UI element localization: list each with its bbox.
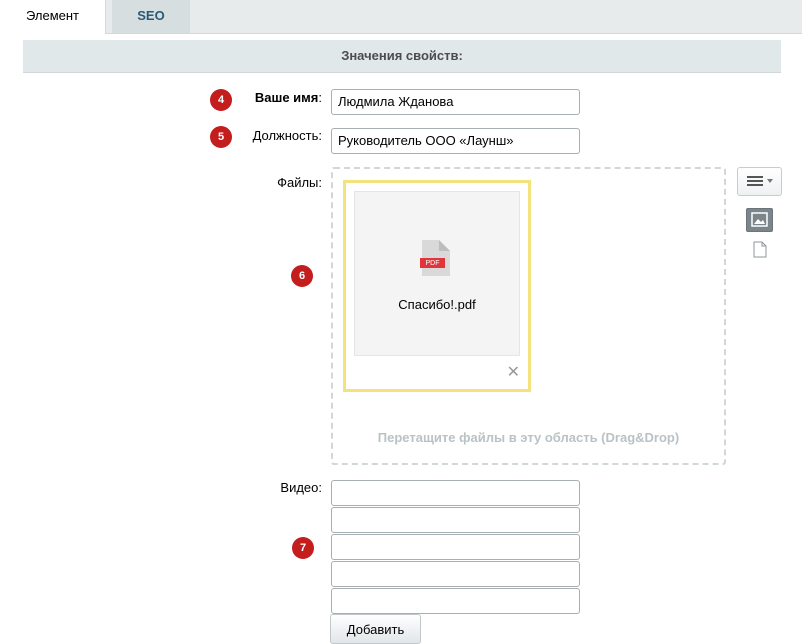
step-badge-7: 7	[292, 537, 314, 559]
file-card[interactable]: PDF Спасибо!.pdf ✕	[343, 180, 531, 392]
files-label: Файлы:	[277, 175, 322, 190]
video-input-5[interactable]	[331, 588, 580, 614]
tab-bar: Элемент SEO	[0, 0, 802, 34]
remove-file-button[interactable]: ✕	[507, 365, 520, 381]
image-view-button[interactable]	[746, 208, 773, 232]
step-badge-6: 6	[291, 265, 313, 287]
tab-seo[interactable]: SEO	[112, 0, 190, 33]
position-input[interactable]: Руководитель ООО «Лаунш»	[331, 128, 580, 154]
video-label: Видео:	[280, 480, 322, 495]
name-label-colon: :	[318, 90, 322, 105]
file-preview: PDF Спасибо!.pdf	[354, 191, 520, 356]
position-label: Должность:	[252, 128, 322, 143]
video-input-4[interactable]	[331, 561, 580, 587]
pdf-file-icon	[420, 240, 450, 276]
video-input-3[interactable]	[331, 534, 580, 560]
add-video-button[interactable]: Добавить	[330, 614, 421, 644]
video-input-2[interactable]	[331, 507, 580, 533]
name-input[interactable]: Людмила Жданова	[331, 89, 580, 115]
image-icon	[751, 212, 768, 227]
document-icon[interactable]	[753, 241, 767, 258]
video-input-1[interactable]	[331, 480, 580, 506]
pdf-type-label: PDF	[425, 260, 440, 267]
section-title: Значения свойств:	[23, 40, 781, 73]
name-label: Ваше имя:	[200, 90, 322, 105]
menu-dropdown-icon	[747, 176, 773, 186]
name-label-text: Ваше имя	[254, 90, 319, 105]
file-name: Спасибо!.pdf	[398, 297, 476, 312]
drop-hint: Перетащите файлы в эту область (Drag&Dro…	[377, 430, 680, 445]
tab-element[interactable]: Элемент	[0, 0, 106, 34]
menu-dropdown-button[interactable]	[737, 167, 782, 196]
